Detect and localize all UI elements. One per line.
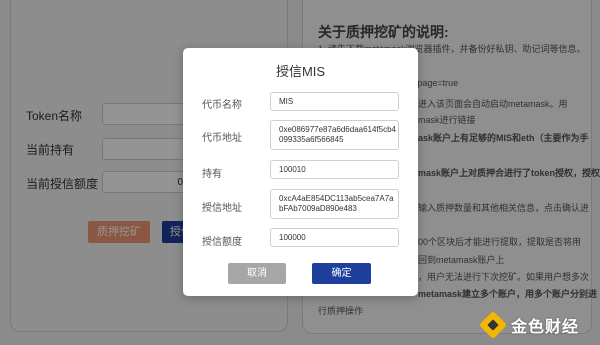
auth-amount-field[interactable]: 100000	[270, 228, 399, 247]
watermark-text: 金色财经	[511, 319, 580, 336]
token-address-label: 代币地址	[202, 133, 242, 144]
auth-address-label: 授信地址	[202, 203, 242, 214]
token-name-field[interactable]: MIS	[270, 92, 399, 111]
holding-field[interactable]: 100010	[270, 160, 399, 179]
auth-amount-label: 授信额度	[202, 237, 242, 248]
holding-label: 持有	[202, 169, 222, 180]
confirm-button[interactable]: 确定	[312, 263, 371, 284]
authorize-dialog: 授信MIS 代币名称 MIS 代币地址 0xe086977e87a6d6daa6…	[183, 48, 418, 296]
token-name-label: 代币名称	[202, 100, 242, 111]
logo-icon	[478, 310, 508, 340]
dialog-title: 授信MIS	[275, 64, 326, 79]
watermark-logo: 金色财经	[478, 310, 580, 340]
token-address-field[interactable]: 0xe086977e87a6d6daa614f5cb4099335a6f5668…	[270, 120, 399, 150]
auth-address-field[interactable]: 0xcA4aE854DC113ab5cea7A7abFAb7009aD890e4…	[270, 189, 399, 219]
cancel-button[interactable]: 取消	[228, 263, 286, 284]
